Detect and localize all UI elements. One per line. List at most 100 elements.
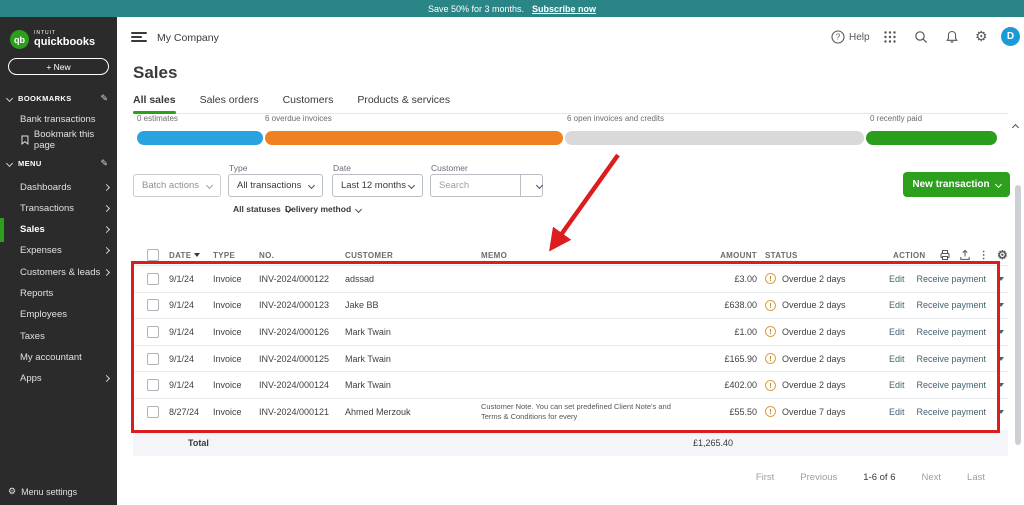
pagination-previous[interactable]: Previous: [800, 472, 837, 483]
money-bar-segment[interactable]: [264, 131, 564, 145]
header-no[interactable]: NO.: [259, 251, 345, 260]
table-header-row: DATE TYPE NO. CUSTOMER MEMO AMOUNT STATU…: [133, 245, 1008, 265]
row-checkbox[interactable]: [147, 299, 159, 312]
header-customer[interactable]: CUSTOMER: [345, 251, 481, 260]
table-settings-gear-icon[interactable]: ⚙: [997, 248, 1008, 262]
sidebar-item-dashboards[interactable]: Dashboards: [0, 177, 117, 197]
print-icon[interactable]: [939, 249, 951, 261]
money-bar-segment[interactable]: [565, 131, 865, 145]
header-type[interactable]: TYPE: [213, 251, 259, 260]
user-avatar[interactable]: D: [1001, 27, 1020, 46]
customer-search-input[interactable]: [439, 180, 509, 191]
new-transaction-label: New transaction: [912, 179, 990, 190]
money-bar: [137, 131, 997, 145]
header-amount[interactable]: AMOUNT: [693, 251, 757, 260]
header-memo[interactable]: MEMO: [481, 251, 693, 260]
collapse-sidebar-icon[interactable]: [131, 32, 147, 44]
pagination-first[interactable]: First: [756, 472, 774, 483]
sidebar-item-my-accountant[interactable]: My accountant: [0, 347, 117, 367]
row-checkbox[interactable]: [147, 379, 159, 392]
edit-link[interactable]: Edit: [889, 354, 905, 364]
sidebar-item-reports[interactable]: Reports: [0, 284, 117, 304]
status-text: Overdue 7 days: [782, 406, 846, 417]
edit-link[interactable]: Edit: [889, 300, 905, 310]
action-dropdown-icon[interactable]: [998, 409, 1004, 414]
receive-payment-link[interactable]: Receive payment: [916, 354, 986, 364]
edit-link[interactable]: Edit: [889, 274, 905, 284]
row-checkbox[interactable]: [147, 272, 159, 285]
new-button[interactable]: + New: [8, 58, 109, 75]
action-dropdown-icon[interactable]: [998, 356, 1004, 361]
row-checkbox[interactable]: [147, 325, 159, 338]
type-filter-dropdown[interactable]: All transactions: [228, 174, 323, 197]
row-checkbox[interactable]: [147, 405, 159, 418]
action-dropdown-icon[interactable]: [998, 276, 1004, 281]
receive-payment-link[interactable]: Receive payment: [916, 300, 986, 310]
tab-sales-orders[interactable]: Sales orders: [200, 94, 259, 113]
money-bar-segment[interactable]: [866, 131, 997, 145]
collapse-money-bar-icon[interactable]: [1011, 117, 1020, 135]
help-icon: ?: [831, 30, 845, 44]
sidebar-item-taxes[interactable]: Taxes: [0, 326, 117, 346]
action-dropdown-icon[interactable]: [998, 329, 1004, 334]
cell-type: Invoice: [213, 326, 242, 337]
sidebar-item-bank-transactions[interactable]: Bank transactions: [0, 109, 117, 129]
apps-grid-icon[interactable]: [883, 30, 897, 49]
search-icon[interactable]: [914, 30, 928, 49]
more-options-icon[interactable]: ⋮: [979, 250, 989, 261]
cell-action: Edit Receive payment: [889, 300, 1008, 310]
header-date[interactable]: DATE: [169, 251, 213, 260]
edit-link[interactable]: Edit: [889, 407, 905, 417]
pagination-last[interactable]: Last: [967, 472, 985, 483]
money-bar-segment[interactable]: [137, 131, 263, 145]
edit-link[interactable]: Edit: [889, 380, 905, 390]
date-filter-dropdown[interactable]: Last 12 months: [332, 174, 423, 197]
notifications-bell-icon[interactable]: [945, 30, 959, 49]
sidebar-item-transactions[interactable]: Transactions: [0, 198, 117, 218]
receive-payment-link[interactable]: Receive payment: [916, 327, 986, 337]
customer-dropdown-toggle[interactable]: [520, 175, 544, 196]
cell-no: INV-2024/000126: [259, 326, 330, 337]
sidebar-item-label: Transactions: [20, 202, 75, 214]
subscribe-now-link[interactable]: Subscribe now: [532, 4, 596, 14]
header-status[interactable]: STATUS: [757, 251, 893, 260]
edit-menu-icon[interactable]: ✎: [100, 158, 108, 169]
tab-all-sales[interactable]: All sales: [133, 94, 176, 114]
sidebar-item-expenses[interactable]: Expenses: [0, 241, 117, 261]
money-bar-label: 6 open invoices and credits: [567, 114, 664, 123]
menu-section-header[interactable]: MENU ✎: [0, 156, 117, 170]
tab-customers[interactable]: Customers: [283, 94, 334, 113]
sidebar-item-bookmark-this-page[interactable]: Bookmark this page: [0, 129, 117, 151]
vertical-scrollbar[interactable]: [1015, 185, 1021, 445]
pagination-next[interactable]: Next: [921, 472, 941, 483]
sidebar-item-sales[interactable]: Sales: [0, 217, 117, 242]
help-button[interactable]: ? Help: [831, 30, 870, 44]
receive-payment-link[interactable]: Receive payment: [916, 407, 986, 417]
settings-gear-icon[interactable]: ⚙: [975, 28, 988, 45]
sidebar-item-customers-leads[interactable]: Customers & leads: [0, 262, 117, 282]
action-dropdown-icon[interactable]: [998, 303, 1004, 308]
menu-settings-button[interactable]: ⚙ Menu settings: [8, 486, 77, 497]
row-checkbox[interactable]: [147, 352, 159, 365]
select-all-checkbox[interactable]: [147, 249, 159, 261]
tab-products-services[interactable]: Products & services: [357, 94, 450, 113]
edit-link[interactable]: Edit: [889, 327, 905, 337]
sales-table: DATE TYPE NO. CUSTOMER MEMO AMOUNT STATU…: [133, 245, 1008, 425]
delivery-method-filter[interactable]: Delivery method: [285, 204, 363, 214]
chevron-right-icon: [102, 247, 111, 255]
export-icon[interactable]: [959, 249, 971, 261]
sidebar-item-employees[interactable]: Employees: [0, 305, 117, 325]
receive-payment-link[interactable]: Receive payment: [916, 380, 986, 390]
edit-bookmarks-icon[interactable]: ✎: [100, 93, 108, 104]
action-dropdown-icon[interactable]: [998, 383, 1004, 388]
sidebar-item-apps[interactable]: Apps: [0, 369, 117, 389]
customer-filter-combobox[interactable]: [430, 174, 544, 197]
all-statuses-filter[interactable]: All statuses: [233, 204, 292, 214]
bookmarks-section-header[interactable]: BOOKMARKS ✎: [0, 91, 117, 105]
svg-text:?: ?: [836, 33, 841, 42]
receive-payment-link[interactable]: Receive payment: [916, 274, 986, 284]
chevron-down-icon: [994, 180, 1002, 189]
quickbooks-logo[interactable]: qb INTUIT quickbooks: [10, 30, 95, 49]
new-transaction-button[interactable]: New transaction: [903, 172, 1010, 197]
batch-actions-dropdown[interactable]: Batch actions: [133, 174, 221, 197]
